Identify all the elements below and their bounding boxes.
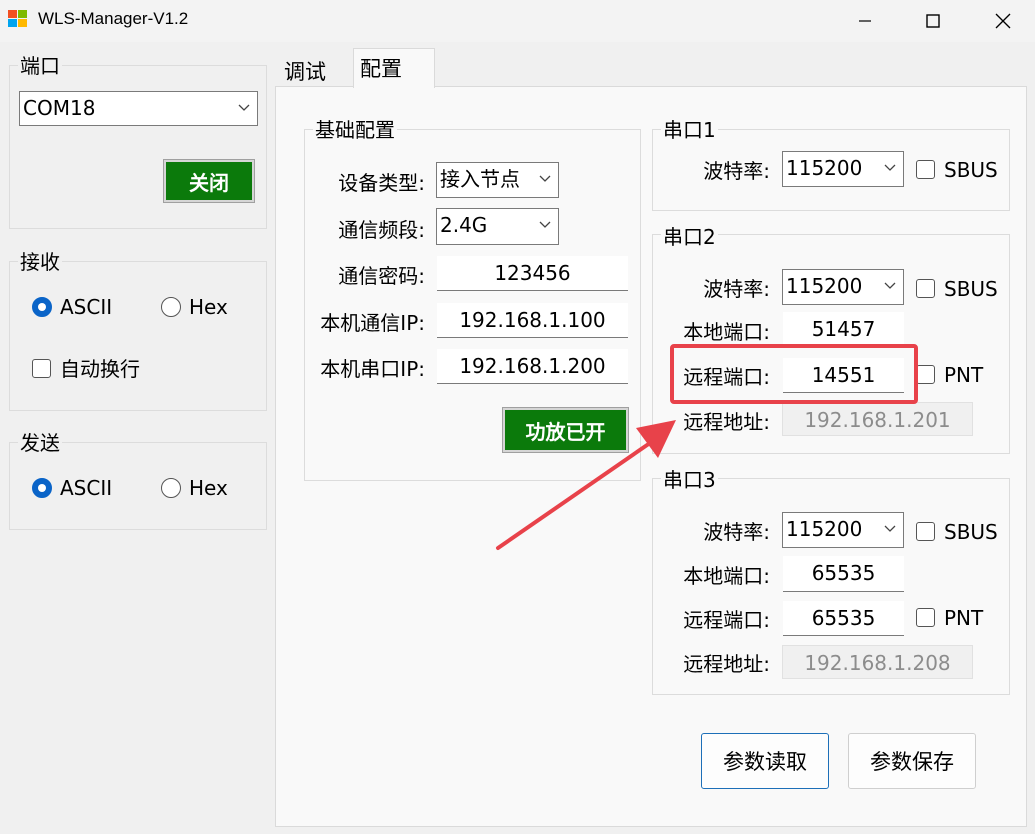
chevron-down-icon (884, 525, 896, 532)
serial2-remote-port-input[interactable]: 14551 (783, 358, 904, 393)
serial3-sbus-checkbox[interactable] (916, 522, 935, 541)
close-window-button[interactable] (973, 0, 1033, 42)
serial-ip-input[interactable]: 192.168.1.200 (437, 349, 628, 384)
receive-group-label: 接收 (18, 250, 62, 274)
serial1-baud-value: 115200 (786, 156, 863, 180)
port-select-value: COM18 (23, 96, 96, 120)
password-input[interactable]: 123456 (437, 256, 628, 291)
maximize-icon (926, 14, 940, 28)
send-group-label: 发送 (18, 431, 62, 455)
send-ascii-label: ASCII (60, 476, 113, 500)
serial1-baud-select[interactable]: 115200 (782, 151, 904, 187)
port-close-button[interactable]: 关闭 (163, 159, 255, 203)
maximize-button[interactable] (903, 0, 963, 42)
serial2-baud-label: 波特率: (703, 277, 770, 301)
serial2-local-port-label: 本地端口: (683, 320, 770, 344)
serial2-baud-value: 115200 (786, 274, 863, 298)
port-group-label: 端口 (18, 54, 62, 78)
send-ascii-radio[interactable] (32, 478, 52, 498)
serial3-baud-select[interactable]: 115200 (782, 512, 904, 548)
window-title: WLS-Manager-V1.2 (38, 9, 189, 28)
serial2-baud-select[interactable]: 115200 (782, 269, 904, 305)
chevron-down-icon (539, 221, 551, 228)
title-bar: WLS-Manager-V1.2 (0, 0, 1035, 42)
chevron-down-icon (539, 175, 551, 182)
tab-config-label: 配置 (360, 57, 402, 81)
device-type-label: 设备类型: (338, 171, 425, 195)
device-type-select[interactable]: 接入节点 (436, 162, 559, 198)
tab-config[interactable]: 配置 (353, 48, 435, 88)
serial3-group-label: 串口3 (661, 468, 718, 492)
serial3-pnt-label: PNT (944, 606, 984, 630)
param-read-button[interactable]: 参数读取 (701, 733, 829, 789)
serial2-local-port-input[interactable]: 51457 (783, 312, 904, 348)
local-ip-input[interactable]: 192.168.1.100 (437, 303, 628, 338)
serial2-remote-addr-input: 192.168.1.201 (782, 402, 973, 436)
serial3-local-port-label: 本地端口: (683, 564, 770, 588)
amp-button-label: 功放已开 (525, 419, 606, 444)
chevron-down-icon (884, 164, 896, 171)
serial1-baud-label: 波特率: (703, 159, 770, 183)
serial3-remote-port-input[interactable]: 65535 (783, 601, 904, 636)
chevron-down-icon (884, 282, 896, 289)
minimize-icon (859, 20, 871, 22)
port-select[interactable]: COM18 (19, 91, 258, 126)
chevron-down-icon (238, 104, 250, 111)
serial2-pnt-checkbox[interactable] (916, 365, 935, 384)
serial3-remote-addr-label: 远程地址: (683, 652, 770, 676)
autowrap-checkbox[interactable] (32, 359, 51, 378)
serial3-sbus-label: SBUS (944, 520, 998, 544)
serial2-pnt-label: PNT (944, 363, 984, 387)
serial2-remote-port-label: 远程端口: (683, 365, 770, 389)
port-group (9, 65, 267, 229)
serial-ip-label: 本机串口IP: (320, 357, 425, 381)
serial3-pnt-checkbox[interactable] (916, 608, 935, 627)
receive-hex-label: Hex (189, 295, 228, 319)
close-icon (995, 13, 1011, 29)
autowrap-label: 自动换行 (60, 357, 140, 381)
serial3-baud-label: 波特率: (703, 520, 770, 544)
password-label: 通信密码: (338, 264, 425, 288)
receive-hex-radio[interactable] (161, 297, 181, 317)
app-icon (8, 10, 27, 27)
amp-button[interactable]: 功放已开 (502, 407, 629, 453)
serial2-sbus-label: SBUS (944, 277, 998, 301)
send-hex-radio[interactable] (161, 478, 181, 498)
serial2-remote-addr-label: 远程地址: (683, 410, 770, 434)
device-type-value: 接入节点 (440, 167, 520, 191)
param-save-button[interactable]: 参数保存 (848, 733, 976, 789)
band-select[interactable]: 2.4G (436, 208, 559, 245)
param-read-button-label: 参数读取 (723, 750, 807, 774)
serial3-local-port-input[interactable]: 65535 (783, 556, 904, 592)
tab-debug[interactable]: 调试 (278, 52, 332, 86)
serial2-sbus-checkbox[interactable] (916, 279, 935, 298)
serial3-remote-port-label: 远程端口: (683, 608, 770, 632)
local-ip-label: 本机通信IP: (320, 311, 425, 335)
serial2-group-label: 串口2 (661, 225, 718, 249)
receive-ascii-label: ASCII (60, 295, 113, 319)
port-close-button-label: 关闭 (189, 170, 229, 195)
tab-debug-label: 调试 (284, 60, 326, 84)
basic-config-group-label: 基础配置 (313, 118, 397, 142)
serial3-remote-addr-input: 192.168.1.208 (782, 645, 973, 679)
minimize-button[interactable] (835, 0, 895, 42)
receive-ascii-radio[interactable] (32, 297, 52, 317)
param-save-button-label: 参数保存 (870, 750, 954, 774)
band-label: 通信频段: (338, 218, 425, 242)
receive-group (9, 261, 267, 411)
serial1-sbus-label: SBUS (944, 158, 998, 182)
send-hex-label: Hex (189, 476, 228, 500)
serial1-sbus-checkbox[interactable] (916, 160, 935, 179)
band-value: 2.4G (440, 213, 488, 237)
serial1-group-label: 串口1 (661, 118, 718, 142)
serial3-baud-value: 115200 (786, 517, 863, 541)
